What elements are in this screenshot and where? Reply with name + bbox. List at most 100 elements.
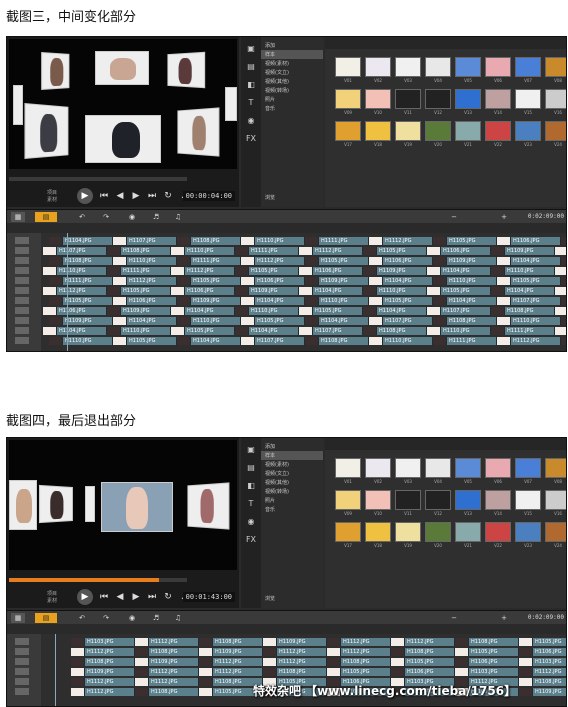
clip-thumbnail[interactable]: [199, 688, 213, 696]
timeline-clip[interactable]: H1110.JPG: [447, 277, 497, 285]
scrub-bar[interactable]: [9, 578, 187, 582]
add-button[interactable]: 添加: [261, 41, 323, 50]
clip-thumbnail[interactable]: [497, 337, 511, 345]
auto-music-icon[interactable]: ♫: [171, 613, 185, 623]
timeline-track[interactable]: H1103.JPG H1112.JPG H1108.JPG H1109.JPG H111…: [41, 638, 566, 646]
track-icon[interactable]: [15, 307, 29, 314]
repeat-icon[interactable]: ↻: [163, 592, 173, 602]
clip-thumbnail[interactable]: [177, 277, 191, 285]
media-icon[interactable]: ▣: [244, 43, 258, 55]
media-thumbnail[interactable]: [485, 490, 511, 510]
track-icon[interactable]: [15, 237, 29, 244]
time-ruler[interactable]: [41, 224, 566, 232]
timeline-clip[interactable]: H1104.JPG: [505, 287, 555, 295]
clip-thumbnail[interactable]: [177, 257, 191, 265]
clip-thumbnail[interactable]: [199, 648, 213, 656]
clip-thumbnail[interactable]: [497, 277, 511, 285]
clip-thumbnail[interactable]: [113, 237, 127, 245]
timeline-clip[interactable]: H1105.JPG: [127, 337, 177, 345]
clip-thumbnail[interactable]: [235, 267, 249, 275]
timeline-clip[interactable]: H1104.JPG: [511, 257, 561, 265]
timeline-clip[interactable]: H1105.JPG: [511, 277, 561, 285]
clip-thumbnail[interactable]: [497, 297, 511, 305]
scrub-bar[interactable]: [9, 177, 187, 181]
timeline-clip[interactable]: H1111.JPG: [319, 237, 369, 245]
media-thumbnail[interactable]: [485, 458, 511, 478]
browse-button[interactable]: 浏览: [261, 594, 279, 603]
media-thumbnail[interactable]: [425, 490, 451, 510]
media-thumbnail[interactable]: [395, 89, 421, 109]
clip-thumbnail[interactable]: [391, 638, 405, 646]
clip-thumbnail[interactable]: [519, 668, 533, 676]
timeline-clip[interactable]: H1105.JPG: [319, 257, 369, 265]
timeline-clip[interactable]: H1112.JPG: [85, 688, 135, 696]
track-icon[interactable]: [15, 668, 29, 675]
library-item[interactable]: 视频(转场): [261, 86, 323, 95]
zoom-in-icon[interactable]: +: [497, 212, 511, 222]
timeline-clip[interactable]: H1103.JPG: [469, 668, 519, 676]
clip-thumbnail[interactable]: [171, 267, 185, 275]
clip-thumbnail[interactable]: [71, 638, 85, 646]
clip-thumbnail[interactable]: [177, 237, 191, 245]
clip-thumbnail[interactable]: [555, 327, 566, 335]
timeline-clip[interactable]: H1110.JPG: [377, 287, 427, 295]
clip-thumbnail[interactable]: [561, 317, 566, 325]
clip-thumbnail[interactable]: [113, 337, 127, 345]
timeline-clip[interactable]: H1112.JPG: [277, 658, 327, 666]
clip-thumbnail[interactable]: [327, 668, 341, 676]
timeline-clip[interactable]: H1105.JPG: [469, 648, 519, 656]
timeline-clip[interactable]: H1109.JPG: [149, 658, 199, 666]
clip-thumbnail[interactable]: [305, 257, 319, 265]
media-thumbnail[interactable]: [545, 89, 566, 109]
clip-thumbnail[interactable]: [327, 638, 341, 646]
timeline-clip[interactable]: H1109.JPG: [121, 307, 171, 315]
play-icon[interactable]: ▶: [77, 589, 93, 605]
timeline-clip[interactable]: H1110.JPG: [185, 247, 235, 255]
step-back-icon[interactable]: ◀: [115, 592, 125, 602]
media-thumbnail[interactable]: [515, 121, 541, 141]
media-thumbnail[interactable]: [425, 57, 451, 77]
timeline-clip[interactable]: H1112.JPG: [85, 648, 135, 656]
timeline-clip[interactable]: H1107.JPG: [57, 247, 107, 255]
fx-icon[interactable]: FX: [244, 133, 258, 145]
clip-thumbnail[interactable]: [455, 658, 469, 666]
timeline-track[interactable]: H1104.JPG H1110.JPG H1105.JPG H1104.JPG H110…: [41, 327, 566, 335]
clip-thumbnail[interactable]: [391, 668, 405, 676]
clip-thumbnail[interactable]: [235, 247, 249, 255]
track-icon[interactable]: [15, 277, 29, 284]
timeline-clip[interactable]: H1105.JPG: [441, 287, 491, 295]
library-item[interactable]: 音乐: [261, 104, 323, 113]
record-icon[interactable]: ◉: [125, 212, 139, 222]
timeline-clip[interactable]: H1112.JPG: [185, 267, 235, 275]
timeline-clip[interactable]: H1105.JPG: [255, 317, 305, 325]
clip-thumbnail[interactable]: [491, 307, 505, 315]
timecode-display[interactable]: 00:00:04:00: [182, 191, 235, 201]
clip-thumbnail[interactable]: [235, 307, 249, 315]
storyboard-view-icon[interactable]: ▦: [11, 212, 25, 222]
timeline-clip[interactable]: H1107.JPG: [127, 237, 177, 245]
clip-thumbnail[interactable]: [199, 678, 213, 686]
timeline-timecode[interactable]: 0:02:09:00: [528, 213, 564, 220]
clip-thumbnail[interactable]: [43, 327, 57, 335]
transition-icon[interactable]: ◧: [244, 79, 258, 91]
media-thumbnail[interactable]: [425, 89, 451, 109]
clip-thumbnail[interactable]: [113, 317, 127, 325]
timeline-clip[interactable]: H1108.JPG: [533, 678, 566, 686]
media-icon[interactable]: ▣: [244, 444, 258, 456]
media-thumbnail[interactable]: [545, 121, 566, 141]
timeline-clip[interactable]: H1105.JPG: [377, 247, 427, 255]
timeline-clip[interactable]: H1105.JPG: [121, 287, 171, 295]
timeline-clip[interactable]: H1111.JPG: [249, 247, 299, 255]
timeline-track[interactable]: H1106.JPG H1109.JPG H1104.JPG H1110.JPG H110…: [41, 307, 566, 315]
timeline-track[interactable]: H1111.JPG H1112.JPG H1105.JPG H1106.JPG H110…: [41, 277, 566, 285]
library-item[interactable]: 视频(文立): [261, 68, 323, 77]
clip-thumbnail[interactable]: [305, 277, 319, 285]
timeline-clip[interactable]: H1107.JPG: [313, 327, 363, 335]
timeline-clip[interactable]: H1106.JPG: [313, 267, 363, 275]
clip-thumbnail[interactable]: [241, 297, 255, 305]
clip-thumbnail[interactable]: [241, 317, 255, 325]
clip-thumbnail[interactable]: [561, 237, 566, 245]
timeline-clip[interactable]: H1110.JPG: [127, 257, 177, 265]
timeline-clip[interactable]: H1110.JPG: [57, 267, 107, 275]
timeline-clip[interactable]: H1112.JPG: [533, 668, 566, 676]
